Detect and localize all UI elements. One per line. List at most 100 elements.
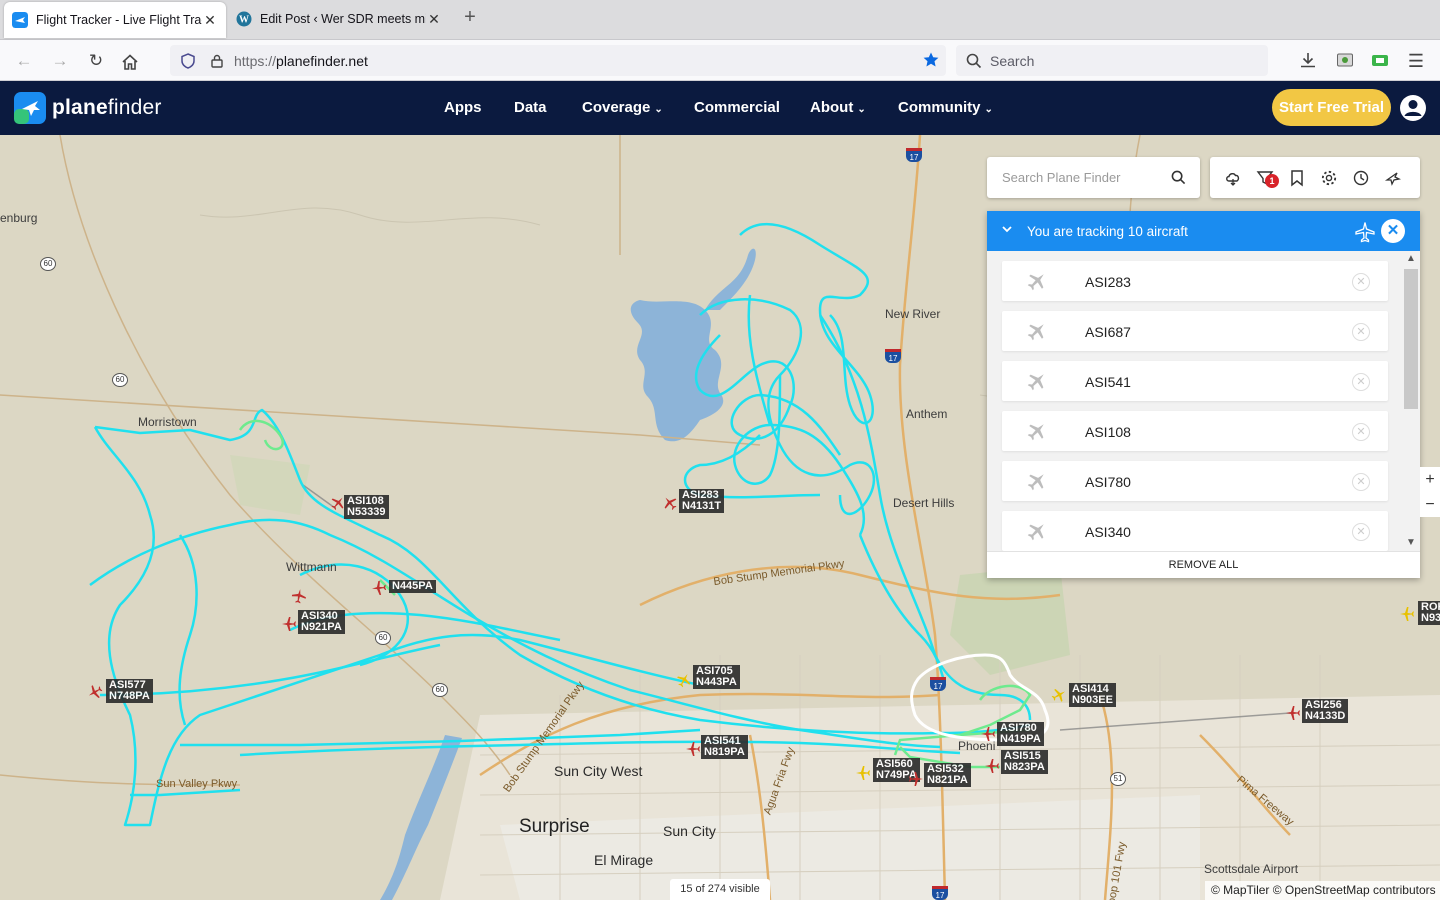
downloads-icon[interactable] [1298, 50, 1318, 70]
remove-tracked-icon[interactable]: ✕ [1352, 323, 1370, 341]
url-text: https://planefinder.net [234, 52, 368, 69]
extension-icon[interactable] [1370, 50, 1390, 70]
aircraft-marker[interactable]: ASI577 N748PA [87, 679, 153, 705]
scroll-up-icon[interactable]: ▲ [1406, 253, 1416, 264]
aircraft-label: ASI577 N748PA [106, 679, 153, 703]
brand-wordmark: planefinder [52, 96, 162, 119]
screenshot-icon[interactable] [1335, 50, 1355, 70]
list-item[interactable]: ASI687 ✕ [1002, 311, 1388, 351]
close-tracking-button[interactable]: ✕ [1381, 219, 1405, 243]
plane-icon [291, 589, 306, 604]
zoom-controls: + − [1420, 467, 1440, 517]
nav-community[interactable]: Community ⌄ [898, 99, 993, 116]
list-item[interactable]: ASI340 ✕ [1002, 511, 1388, 551]
remove-tracked-icon[interactable]: ✕ [1352, 473, 1370, 491]
forward-icon[interactable]: → [47, 48, 73, 74]
aircraft-marker[interactable]: ASI108 N53339 [330, 495, 389, 519]
wordpress-favicon: W [236, 11, 252, 27]
aircraft-marker[interactable]: ROKN93 [1399, 601, 1440, 627]
svg-text:W: W [239, 15, 249, 26]
list-item[interactable]: ASI780 ✕ [1002, 461, 1388, 501]
remove-tracked-icon[interactable]: ✕ [1352, 423, 1370, 441]
aircraft-marker[interactable]: ASI414 N903EE [1051, 683, 1116, 708]
plane-icon [686, 742, 700, 756]
aircraft-marker[interactable]: ASI541 N819PA [685, 735, 748, 762]
plane-icon [1400, 607, 1414, 621]
account-icon[interactable] [1399, 94, 1427, 122]
aircraft-marker[interactable]: ASI340 N921PA [281, 589, 345, 637]
nav-data[interactable]: Data [514, 99, 547, 116]
remove-tracked-icon[interactable]: ✕ [1352, 373, 1370, 391]
place-label: Anthem [906, 407, 948, 421]
panel-scrollbar[interactable]: ▲ ▼ [1403, 251, 1420, 551]
zoom-out-button[interactable]: − [1420, 492, 1440, 517]
tracked-callsign: ASI541 [1085, 374, 1131, 390]
scrollbar-thumb[interactable] [1404, 269, 1418, 409]
aircraft-marker[interactable]: ASI705 N443PA [676, 665, 740, 693]
list-item[interactable]: ASI283 ✕ [1002, 261, 1388, 301]
aircraft-label: ASI256 N4133D [1302, 699, 1349, 723]
tracking-protection-icon[interactable] [180, 52, 196, 69]
remove-tracked-icon[interactable]: ✕ [1352, 523, 1370, 541]
aircraft-marker[interactable]: ASI560 N749PA [855, 758, 920, 786]
scroll-down-icon[interactable]: ▼ [1406, 537, 1416, 548]
history-icon[interactable] [1352, 169, 1370, 187]
nav-coverage[interactable]: Coverage ⌄ [582, 99, 663, 116]
remove-all-button[interactable]: REMOVE ALL [987, 551, 1420, 578]
chevron-down-icon: ⌄ [857, 104, 866, 115]
close-tab-icon[interactable]: ✕ [426, 11, 442, 28]
weather-layer-icon[interactable] [1224, 169, 1242, 187]
aircraft-marker[interactable]: N445PA [371, 580, 436, 601]
aircraft-marker[interactable]: ASI515 N823PA [984, 750, 1048, 779]
bookmark-icon[interactable] [1288, 169, 1306, 187]
new-tab-button[interactable]: + [458, 6, 482, 29]
plane-icon [282, 617, 296, 631]
list-item[interactable]: ASI108 ✕ [1002, 411, 1388, 451]
reload-icon[interactable]: ↻ [83, 48, 109, 74]
plane-icon [372, 580, 387, 595]
tab-title: Edit Post ‹ Wer SDR meets micro [260, 12, 426, 26]
plane-search-box[interactable] [987, 157, 1200, 198]
highway-shield: 51 [1110, 772, 1126, 786]
aircraft-label: ASI108 N53339 [344, 495, 389, 519]
nav-apps[interactable]: Apps [444, 99, 482, 116]
hamburger-menu-icon[interactable]: ☰ [1403, 48, 1429, 74]
nav-commercial[interactable]: Commercial [694, 99, 780, 116]
map-attribution[interactable]: © MapTiler © OpenStreetMap contributors [1205, 881, 1440, 900]
aircraft-marker[interactable]: ASI256 N4133D [1285, 699, 1349, 726]
lock-icon[interactable] [210, 54, 224, 68]
tab-edit-post[interactable]: W Edit Post ‹ Wer SDR meets micro ✕ [228, 0, 450, 38]
close-tab-icon[interactable]: ✕ [202, 12, 218, 29]
plane-icon [909, 772, 923, 786]
plane-search-input[interactable] [987, 157, 1157, 198]
zoom-in-button[interactable]: + [1420, 467, 1440, 492]
back-icon[interactable]: ← [11, 48, 37, 74]
plane-icon [985, 759, 999, 773]
tracking-panel-header[interactable]: You are tracking 10 aircraft ✕ [987, 211, 1420, 251]
aircraft-label: ASI532 N821PA [924, 763, 971, 787]
list-item[interactable]: ASI541 ✕ [1002, 361, 1388, 401]
tab-flight-tracker[interactable]: Flight Tracker - Live Flight Track ✕ [4, 2, 226, 38]
3d-view-icon[interactable] [1384, 169, 1402, 187]
aircraft-marker[interactable]: ASI780 N419PA [980, 722, 1044, 747]
bookmark-star-icon[interactable] [922, 51, 940, 69]
highway-shield: 60 [112, 373, 128, 387]
highway-shield: 60 [432, 683, 448, 697]
browser-search-field[interactable]: Search [956, 45, 1268, 76]
chevron-down-icon[interactable] [1001, 223, 1013, 235]
interstate-shield: 17 [885, 349, 901, 363]
settings-gear-icon[interactable] [1320, 169, 1338, 187]
aircraft-marker[interactable]: ASI283 N4131T [662, 489, 725, 516]
aircraft-marker[interactable]: ASI532 N821PA [908, 763, 971, 792]
place-label: New River [885, 307, 941, 321]
search-icon[interactable] [1171, 170, 1186, 185]
start-free-trial-button[interactable]: Start Free Trial [1272, 89, 1391, 126]
planefinder-logo[interactable]: planefinder [14, 92, 162, 124]
address-bar[interactable]: https://planefinder.net [170, 45, 946, 76]
remove-tracked-icon[interactable]: ✕ [1352, 273, 1370, 291]
highway-shield: 60 [40, 257, 56, 271]
tracking-title: You are tracking 10 aircraft [1027, 224, 1188, 239]
home-icon[interactable] [121, 53, 139, 71]
tracking-panel: You are tracking 10 aircraft ✕ ASI283 ✕ … [987, 211, 1420, 578]
nav-about[interactable]: About ⌄ [810, 99, 866, 116]
